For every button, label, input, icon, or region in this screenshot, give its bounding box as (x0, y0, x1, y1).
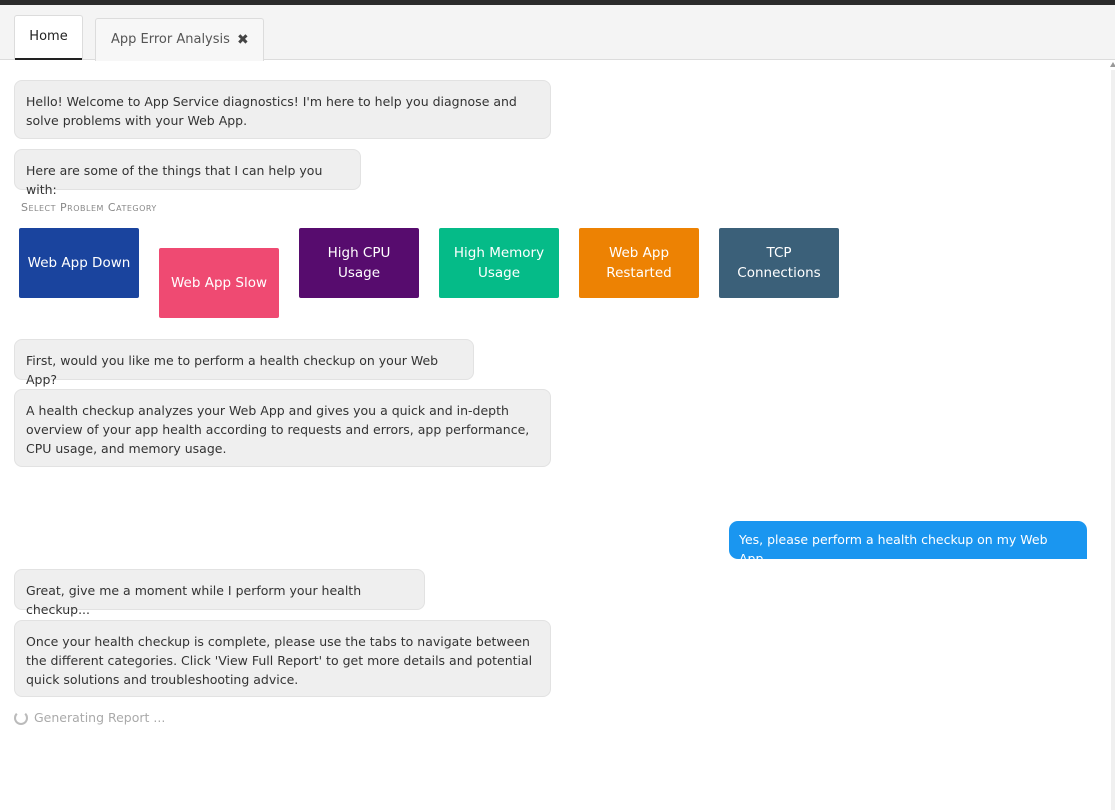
category-button-web-app-down[interactable]: Web App Down (19, 228, 139, 298)
category-button-web-app-slow[interactable]: Web App Slow (159, 248, 279, 318)
tab-app-error-analysis-label: App Error Analysis (111, 32, 230, 47)
scrollbar[interactable] (1111, 70, 1115, 810)
bot-message-health-question: First, would you like me to perform a he… (14, 339, 474, 387)
generating-report-status: Generating Report ... (14, 710, 165, 725)
bot-message-welcome: Hello! Welcome to App Service diagnostic… (14, 80, 551, 139)
category-button-tcp-connections[interactable]: TCP Connections (719, 228, 839, 298)
active-tab-indicator (15, 58, 82, 60)
generating-report-text: Generating Report ... (34, 710, 166, 725)
loading-spinner-icon (14, 710, 28, 725)
bot-message-wait: Great, give me a moment while I perform … (14, 569, 425, 617)
bot-message-help-intro: Here are some of the things that I can h… (14, 149, 361, 197)
bot-message-health-explain: A health checkup analyzes your Web App a… (14, 389, 551, 467)
problem-category-label: Select Problem Category (21, 201, 157, 214)
tab-app-error-analysis[interactable]: App Error Analysis ✖ (95, 18, 264, 61)
category-button-web-app-restarted[interactable]: Web App Restarted (579, 228, 699, 298)
tab-home[interactable]: Home (14, 15, 83, 60)
tab-home-label: Home (29, 29, 68, 44)
category-button-high-cpu-usage[interactable]: High CPU Usage (299, 228, 419, 298)
tab-bar: Home App Error Analysis ✖ (0, 5, 1115, 61)
bot-message-tabs-hint: Once your health checkup is complete, pl… (14, 620, 551, 697)
close-icon[interactable]: ✖ (237, 19, 249, 61)
scroll-up-arrow-icon[interactable] (1110, 62, 1115, 67)
user-message-reply: Yes, please perform a health checkup on … (729, 521, 1087, 566)
category-button-high-memory-usage[interactable]: High Memory Usage (439, 228, 559, 298)
